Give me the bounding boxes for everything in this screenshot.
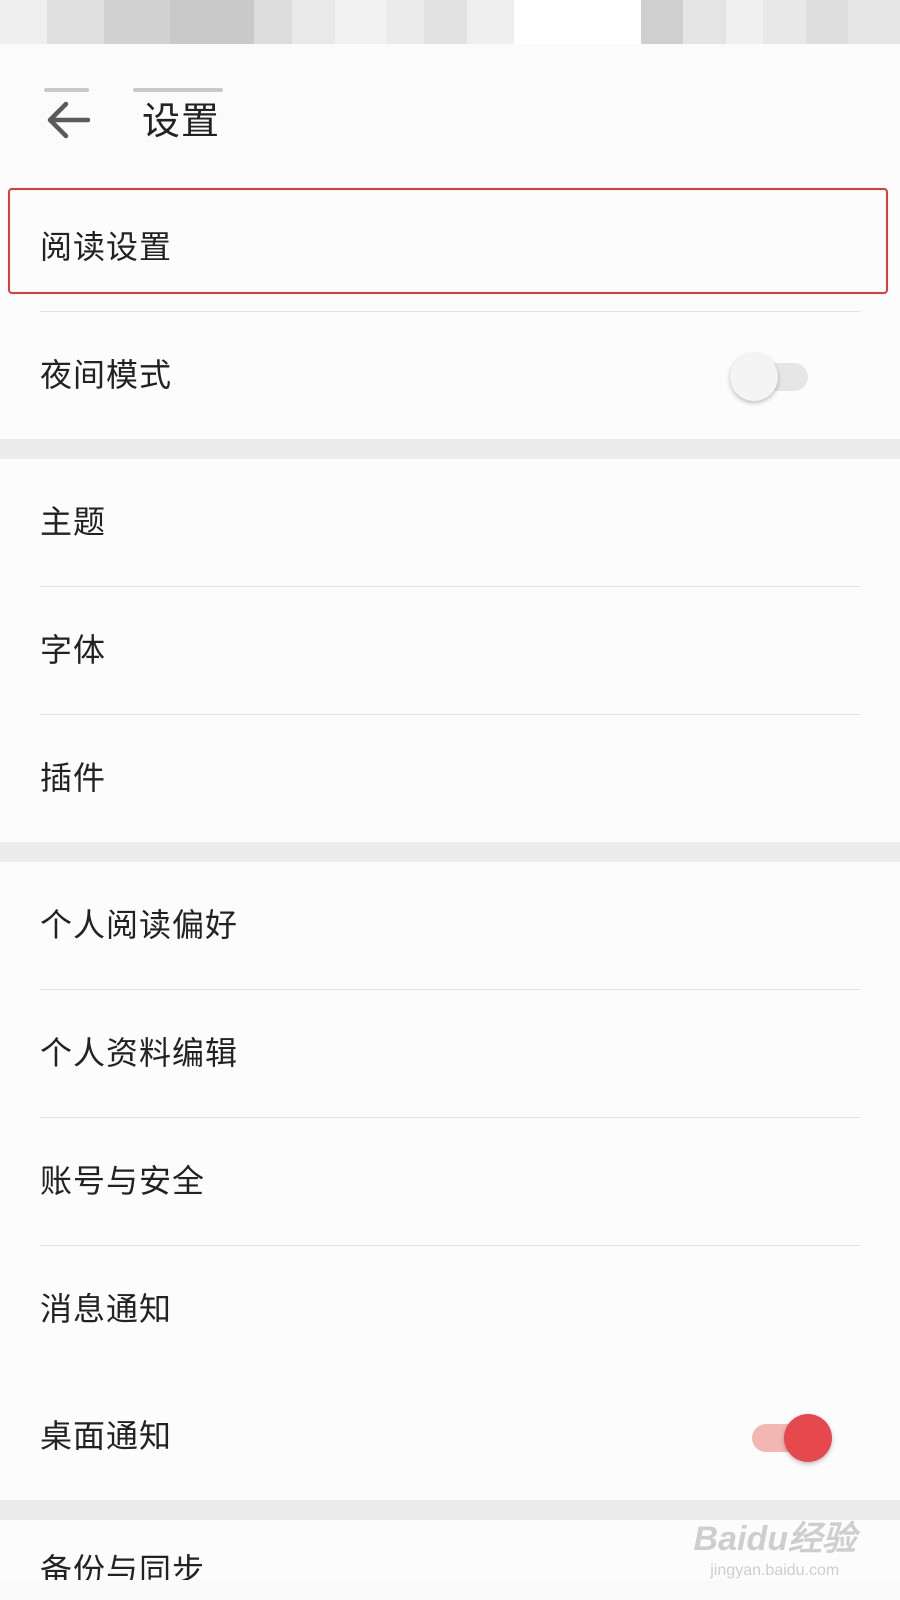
desktop-notifications-item[interactable]: 桌面通知 xyxy=(0,1373,900,1500)
edit-profile-item[interactable]: 个人资料编辑 xyxy=(0,990,900,1117)
toggle-knob xyxy=(730,352,778,401)
reading-settings-item[interactable]: 阅读设置 xyxy=(0,184,900,311)
toggle-knob xyxy=(784,1413,832,1462)
backup-sync-label: 备份与同步 xyxy=(40,1551,206,1580)
plugins-label: 插件 xyxy=(40,759,107,797)
font-label: 字体 xyxy=(40,631,107,669)
theme-item[interactable]: 主题 xyxy=(0,459,900,586)
account-security-item[interactable]: 账号与安全 xyxy=(0,1118,900,1245)
font-item[interactable]: 字体 xyxy=(0,587,900,714)
night-mode-toggle[interactable] xyxy=(730,351,810,401)
arrow-left-icon xyxy=(46,100,91,144)
watermark-logo: Baidu经验 xyxy=(693,1520,856,1558)
night-mode-item[interactable]: 夜间模式 xyxy=(0,312,900,439)
header-decor-line xyxy=(133,88,223,92)
desktop-notifications-toggle[interactable] xyxy=(750,1412,832,1462)
reading-settings-label: 阅读设置 xyxy=(40,228,173,266)
section-gap xyxy=(0,842,900,862)
night-mode-label: 夜间模式 xyxy=(40,356,173,394)
theme-label: 主题 xyxy=(40,503,107,541)
status-bar xyxy=(0,0,900,44)
settings-list: 阅读设置 夜间模式 主题 字体 插件 个人阅读偏好 个人资料编辑 账号与安全 消… xyxy=(0,184,900,1580)
watermark-url: jingyan.baidu.com xyxy=(710,1562,840,1579)
desktop-notifications-label: 桌面通知 xyxy=(40,1417,173,1455)
message-notifications-label: 消息通知 xyxy=(40,1290,173,1328)
section-gap xyxy=(0,439,900,459)
back-button[interactable] xyxy=(36,90,100,154)
reading-preferences-item[interactable]: 个人阅读偏好 xyxy=(0,862,900,989)
page-title: 设置 xyxy=(142,99,221,143)
app-header: 设置 xyxy=(0,44,900,184)
baidu-watermark: Baidu经验 jingyan.baidu.com xyxy=(694,1511,856,1580)
account-security-label: 账号与安全 xyxy=(40,1162,206,1200)
plugins-item[interactable]: 插件 xyxy=(0,715,900,842)
edit-profile-label: 个人资料编辑 xyxy=(40,1034,239,1072)
reading-preferences-label: 个人阅读偏好 xyxy=(40,906,239,944)
message-notifications-item[interactable]: 消息通知 xyxy=(0,1246,900,1373)
